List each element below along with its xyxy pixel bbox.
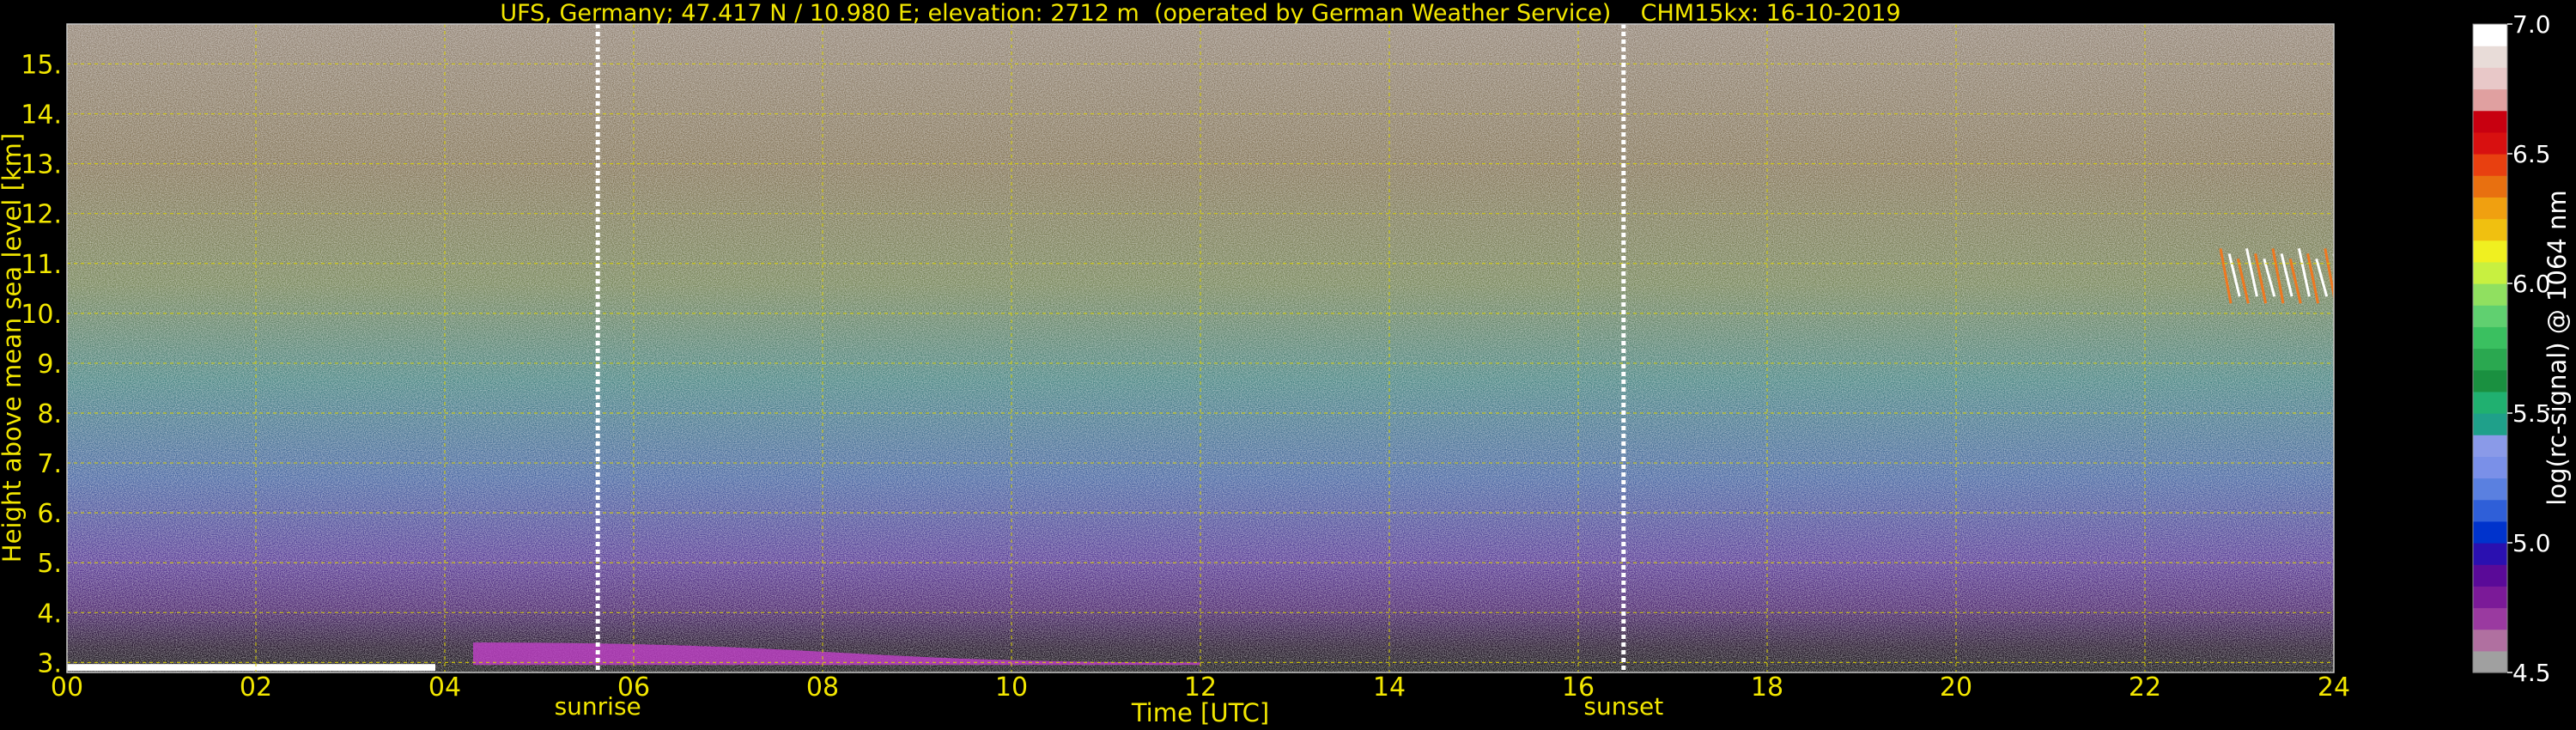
colorbar-segment — [2473, 564, 2507, 587]
sun-event-labels: sunrise sunset — [555, 692, 1664, 721]
y-tick-label: 10. — [21, 300, 62, 330]
colorbar-segment — [2473, 261, 2507, 284]
y-axis-label: Height above mean sea level [km] — [0, 133, 27, 563]
colorbar-segment — [2473, 629, 2507, 652]
colorbar-segment — [2473, 283, 2507, 306]
colorbar-segment — [2473, 456, 2507, 479]
y-tick-label: 13. — [21, 150, 62, 180]
colorbar-segment — [2473, 88, 2507, 112]
colorbar-segment — [2473, 154, 2507, 176]
colorbar-segment — [2473, 218, 2507, 241]
y-tick-label: 4. — [37, 599, 62, 629]
colorbar-segment — [2473, 607, 2507, 630]
colorbar-segment — [2473, 586, 2507, 609]
colorbar-tick-label: 6.5 — [2512, 140, 2551, 168]
x-tick-label: 24 — [2318, 672, 2350, 703]
colorbar-segment — [2473, 543, 2507, 565]
colorbar-segment — [2473, 369, 2507, 392]
x-tick-label: 22 — [2129, 672, 2161, 703]
colorbar-segment — [2473, 520, 2507, 544]
y-tick-label: 6. — [37, 499, 62, 529]
colorbar-segment — [2473, 326, 2507, 350]
y-tick-label: 3. — [37, 648, 62, 678]
colorbar-segment — [2473, 413, 2507, 435]
y-tick-label: 5. — [37, 549, 62, 579]
cirrus-streak — [2332, 253, 2334, 259]
y-tick-labels: 3. 4. 5. 6. 7. 8. 9. 10. 11. 12. 13. 14. 15. — [21, 50, 62, 678]
colorbar-segment — [2473, 67, 2507, 90]
y-tick-label: 15. — [21, 50, 62, 80]
colorbar-segment — [2473, 435, 2507, 457]
colorbar — [2472, 23, 2512, 673]
y-tick-label: 9. — [37, 350, 62, 380]
colorbar-segment — [2473, 478, 2507, 501]
sun-event-label: sunrise — [555, 692, 641, 721]
x-tick-label: 04 — [428, 672, 461, 703]
colorbar-label: log(rc-signal) @ 1064 nm — [2543, 190, 2572, 505]
plot-area — [67, 24, 2334, 672]
colorbar-segment — [2473, 131, 2507, 155]
colorbar-segment — [2473, 305, 2507, 327]
colorbar-tick-label: 5.0 — [2512, 529, 2551, 557]
colorbar-tick-label: 4.5 — [2512, 659, 2551, 687]
colorbar-tick-label: 7.0 — [2512, 10, 2551, 39]
y-tick-label: 8. — [37, 399, 62, 429]
chart-title: UFS, Germany; 47.417 N / 10.980 E; eleva… — [500, 0, 1900, 27]
x-tick-label: 18 — [1751, 672, 1783, 703]
x-tick-label: 02 — [240, 672, 272, 703]
y-tick-label: 14. — [21, 100, 62, 131]
colorbar-segment — [2473, 46, 2507, 68]
x-axis-label: Time [UTC] — [1131, 698, 1269, 727]
y-tick-label: 12. — [21, 200, 62, 230]
colorbar-segment — [2473, 175, 2507, 198]
y-tick-label: 11. — [21, 250, 62, 280]
sun-event-label: sunset — [1583, 692, 1663, 721]
ceilometer-figure: UFS, Germany; 47.417 N / 10.980 E; eleva… — [0, 0, 2572, 727]
colorbar-segment — [2473, 197, 2507, 220]
x-tick-label: 10 — [995, 672, 1028, 703]
colorbar-segment — [2473, 110, 2507, 133]
colorbar-segment — [2473, 650, 2507, 673]
colorbar-segment — [2473, 499, 2507, 522]
colorbar-segment — [2473, 391, 2507, 414]
colorbar-segment — [2473, 348, 2507, 371]
colorbar-segment — [2473, 24, 2507, 46]
y-tick-label: 7. — [37, 449, 62, 479]
low-cloud-layer — [67, 664, 435, 672]
x-tick-label: 08 — [806, 672, 839, 703]
x-tick-label: 20 — [1940, 672, 1972, 703]
x-tick-label: 14 — [1373, 672, 1406, 703]
colorbar-segment — [2473, 240, 2507, 263]
